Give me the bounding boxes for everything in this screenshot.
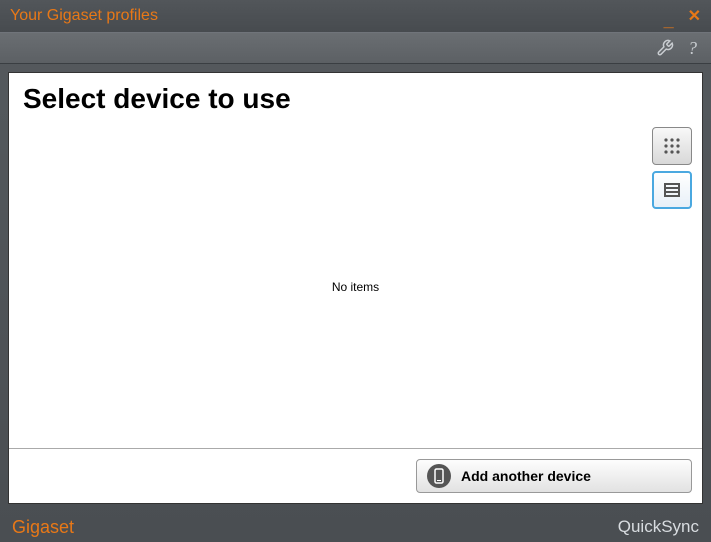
titlebar: Your Gigaset profiles _ ✕ (0, 0, 711, 32)
settings-icon[interactable] (656, 39, 674, 57)
content-area: Select device to use (0, 64, 711, 512)
window-controls: _ ✕ (664, 6, 701, 26)
panel-heading: Select device to use (9, 73, 702, 125)
device-list-area: No items (9, 125, 702, 449)
empty-message: No items (332, 280, 379, 294)
view-controls (652, 127, 692, 209)
toolbar: ? (0, 32, 711, 64)
grid-icon (662, 136, 682, 156)
add-device-label: Add another device (461, 468, 591, 484)
close-button[interactable]: ✕ (688, 6, 701, 26)
app-name: QuickSync (618, 517, 699, 537)
grid-view-button[interactable] (652, 127, 692, 165)
help-icon[interactable]: ? (688, 38, 697, 59)
minimize-button[interactable]: _ (664, 7, 674, 25)
statusbar: Gigaset QuickSync (0, 512, 711, 542)
panel-footer: Add another device (9, 449, 702, 503)
phone-icon (427, 464, 451, 488)
add-device-button[interactable]: Add another device (416, 459, 692, 493)
list-view-button[interactable] (652, 171, 692, 209)
device-panel: Select device to use (8, 72, 703, 504)
brand-logo: Gigaset (12, 517, 74, 538)
list-icon (662, 180, 682, 200)
window-title: Your Gigaset profiles (10, 7, 664, 25)
